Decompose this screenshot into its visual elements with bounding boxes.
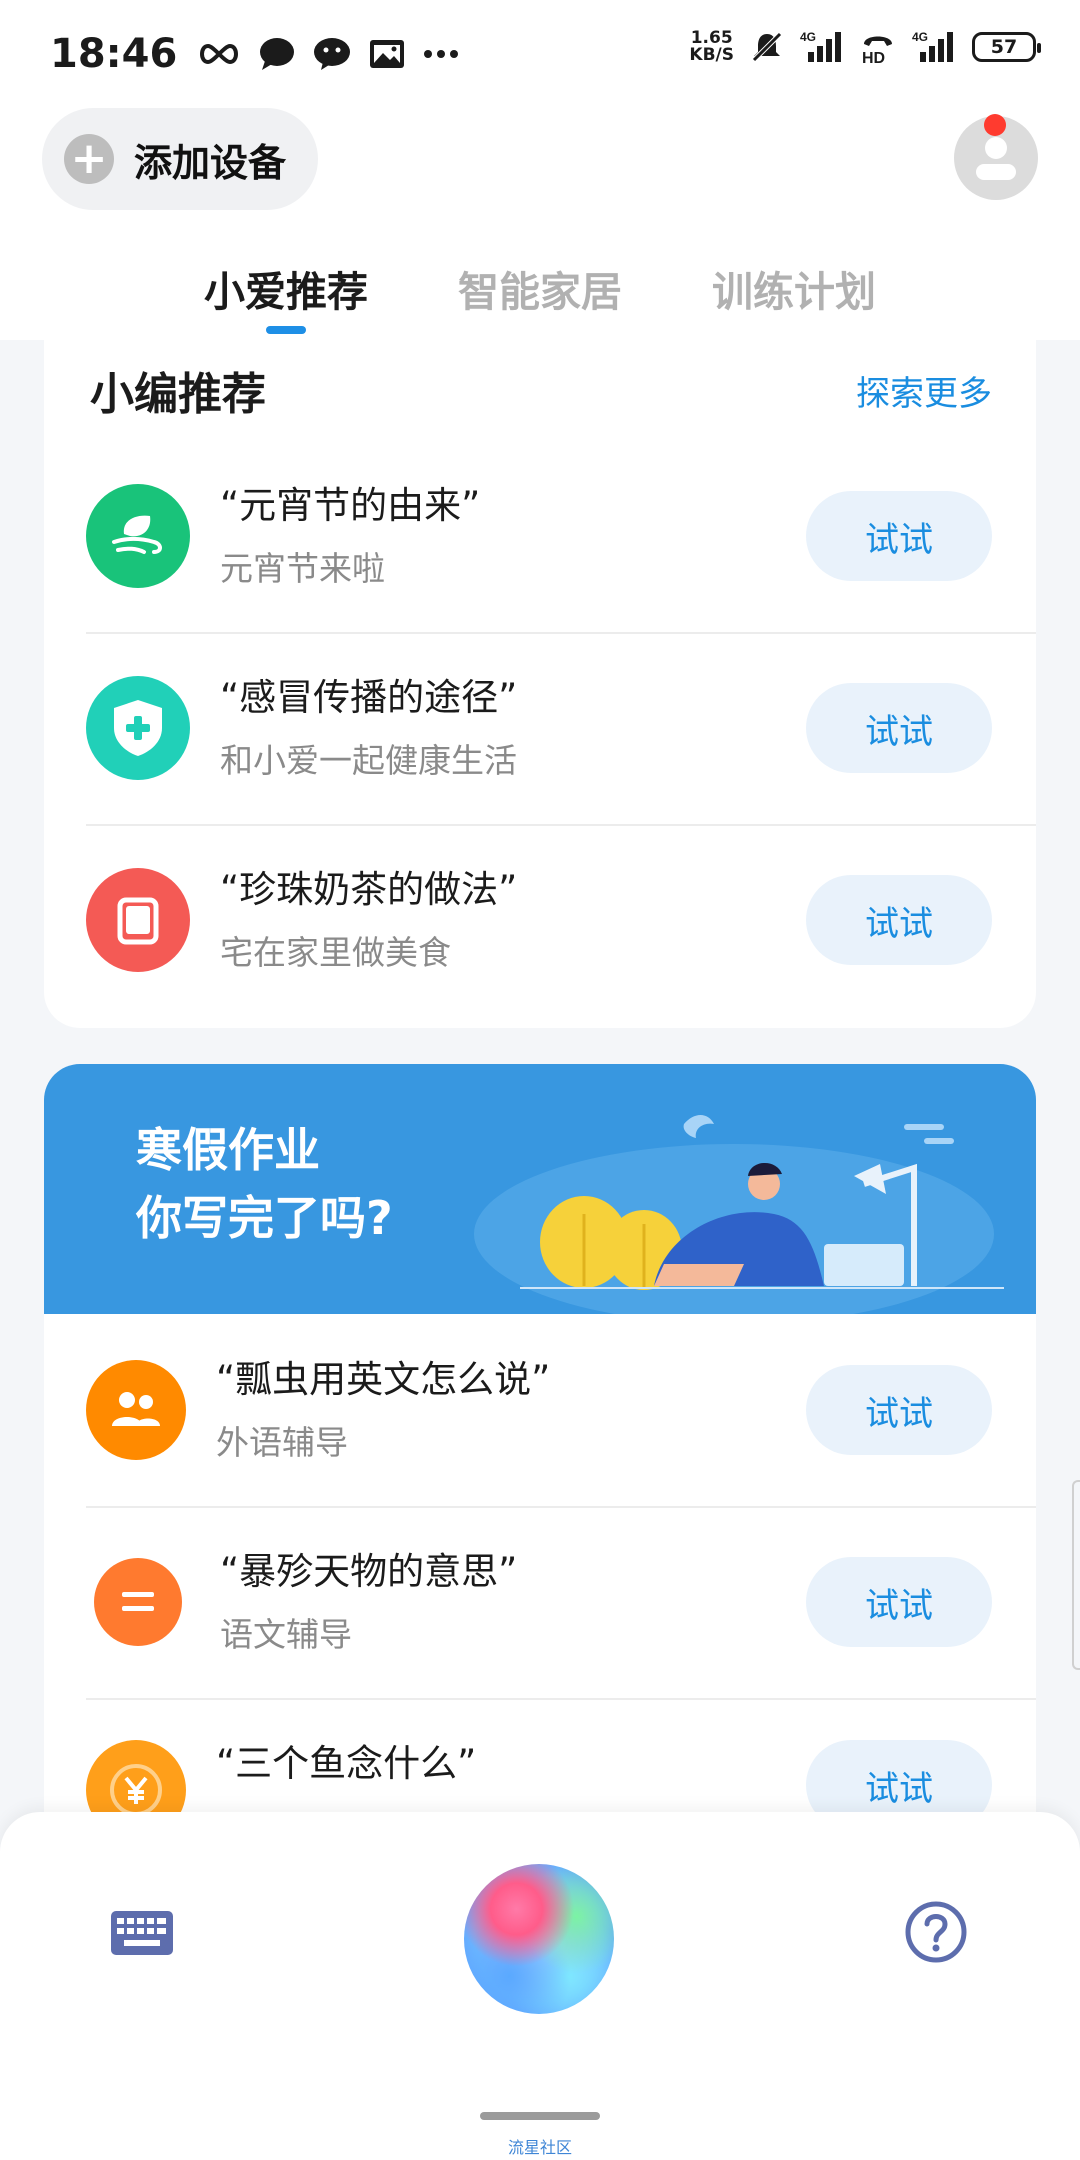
keyboard-icon[interactable] — [110, 1910, 174, 1956]
hd-call-icon: HD — [862, 36, 892, 64]
item-text: “珍珠奶茶的做法” 宅在家里做美食 — [220, 866, 806, 974]
homework-card: “瓢虫用英文怎么说” 外语辅导 试试 “暴殄天物的意思” 语文辅导 试试 “三个… — [44, 1314, 1036, 1840]
list-item[interactable]: “瓢虫用英文怎么说” 外语辅导 试试 — [44, 1314, 1036, 1506]
speed-unit: KB/S — [689, 45, 734, 65]
shield-plus-icon — [86, 676, 190, 780]
network-speed: 1.65 KB/S — [689, 30, 734, 64]
item-title: “瓢虫用英文怎么说” — [216, 1358, 551, 1401]
chat-bubble-icon — [260, 38, 295, 70]
item-title: “珍珠奶茶的做法” — [220, 868, 518, 911]
tab-bar: 小爱推荐 智能家居 训练计划 — [0, 258, 1080, 340]
voice-orb-icon[interactable] — [464, 1864, 614, 2014]
plus-icon: + — [64, 134, 114, 184]
people-icon — [86, 1360, 186, 1460]
watermark-caption: 流星社区 — [507, 2138, 572, 2157]
edge-handle[interactable] — [1072, 1480, 1080, 1670]
item-text: “感冒传播的途径” 和小爱一起健康生活 — [220, 674, 806, 782]
system-icons: 1.65 KB/S 4G HD 4G 57 — [689, 30, 1041, 64]
svg-text:4G: 4G — [800, 30, 816, 44]
tab-smart-home[interactable]: 智能家居 — [458, 258, 622, 330]
notification-icons — [197, 37, 459, 71]
user-avatar[interactable] — [954, 114, 1038, 200]
list-item[interactable]: “感冒传播的途径” 和小爱一起健康生活 试试 — [44, 632, 1036, 824]
item-text: “三个鱼念什么” — [216, 1740, 806, 1788]
item-text: “元宵节的由来” 元宵节来啦 — [220, 482, 806, 590]
wechat-icon — [314, 38, 351, 70]
app-header: + 添加设备 小爱推荐 智能家居 训练计划 — [0, 108, 1080, 340]
item-title: “三个鱼念什么” — [216, 1742, 477, 1785]
item-subtitle: 宅在家里做美食 — [220, 933, 451, 972]
leaf-wind-icon — [86, 484, 190, 588]
try-button[interactable]: 试试 — [806, 1557, 992, 1647]
notification-dot — [984, 114, 1006, 136]
signal-4g-icon: 4G — [800, 30, 841, 62]
banner-headline: 寒假作业 你写完了吗? — [136, 1116, 393, 1252]
signal-4g-icon-2: 4G — [912, 30, 953, 62]
editor-picks-card: 小编推荐 探索更多 “元宵节的由来” 元宵节来啦 试试 “感冒传播的途径” 和小… — [44, 340, 1036, 1028]
item-title: “感冒传播的途径” — [220, 676, 518, 719]
tab-training-plan[interactable]: 训练计划 — [712, 258, 876, 330]
tab-xiaoai-recommend[interactable]: 小爱推荐 — [204, 258, 368, 330]
banner-line-1: 寒假作业 — [136, 1123, 320, 1177]
image-icon — [370, 40, 405, 68]
banner-line-2: 你写完了吗? — [136, 1191, 393, 1245]
bottom-input-bar: 流星社区 — [0, 1812, 1080, 2160]
status-bar: 18:46 1.65 KB/S 4G HD 4G 57 — [0, 0, 1080, 108]
svg-text:4G: 4G — [912, 30, 928, 44]
item-title: “暴殄天物的意思” — [220, 1550, 518, 1593]
book-icon — [86, 868, 190, 972]
user-icon — [976, 137, 1016, 180]
home-indicator[interactable] — [480, 2112, 600, 2120]
item-text: “瓢虫用英文怎么说” 外语辅导 — [216, 1356, 806, 1464]
svg-text:HD: HD — [862, 50, 885, 64]
add-device-label: 添加设备 — [134, 140, 287, 185]
try-button[interactable]: 试试 — [806, 491, 992, 581]
list-item[interactable]: “暴殄天物的意思” 语文辅导 试试 — [44, 1506, 1036, 1698]
try-button[interactable]: 试试 — [806, 1365, 992, 1455]
add-device-button[interactable]: + 添加设备 — [42, 108, 318, 210]
try-button[interactable]: 试试 — [806, 875, 992, 965]
winter-homework-banner[interactable]: 寒假作业 你写完了吗? — [44, 1064, 1036, 1314]
section-title: 小编推荐 — [90, 369, 266, 420]
battery-indicator: 57 — [972, 32, 1041, 62]
item-text: “暴殄天物的意思” 语文辅导 — [220, 1548, 806, 1656]
more-dots-icon — [424, 50, 459, 58]
item-subtitle: 和小爱一起健康生活 — [220, 741, 517, 780]
item-subtitle: 语文辅导 — [220, 1615, 352, 1654]
mute-bell-icon — [752, 32, 782, 62]
list-item[interactable]: “珍珠奶茶的做法” 宅在家里做美食 试试 — [44, 824, 1036, 1016]
status-time: 18:46 — [50, 31, 178, 77]
card-header: 小编推荐 探索更多 — [44, 340, 1036, 440]
help-icon[interactable] — [904, 1900, 968, 1964]
item-subtitle: 元宵节来啦 — [220, 549, 385, 588]
item-title: “元宵节的由来” — [220, 484, 481, 527]
equals-icon — [94, 1558, 182, 1646]
item-subtitle: 外语辅导 — [216, 1423, 348, 1462]
infinity-icon — [200, 43, 239, 65]
explore-more-link[interactable]: 探索更多 — [856, 366, 992, 415]
list-item[interactable]: “元宵节的由来” 元宵节来啦 试试 — [44, 440, 1036, 632]
try-button[interactable]: 试试 — [806, 683, 992, 773]
